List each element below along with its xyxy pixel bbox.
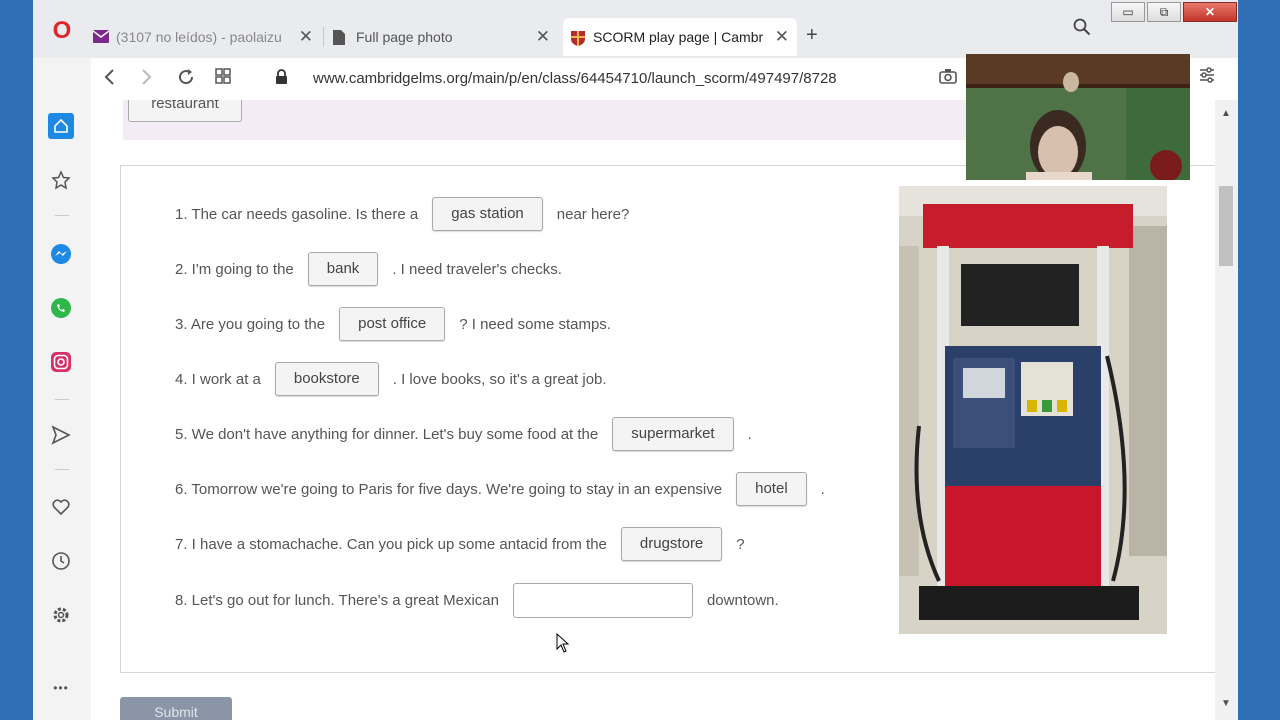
answer-chip[interactable]: supermarket	[612, 417, 734, 451]
answer-chip[interactable]: hotel	[736, 472, 807, 506]
close-window-button[interactable]: ✕	[1183, 2, 1237, 22]
answer-chip[interactable]: post office	[339, 307, 446, 341]
question-text: 4. I work at a	[175, 370, 261, 388]
question-text: 3. Are you going to the	[175, 315, 326, 333]
history-icon[interactable]	[48, 548, 74, 574]
url-field[interactable]: www.cambridgelms.org/main/p/en/class/644…	[313, 70, 837, 87]
question-7: 7. I have a stomachache. Can you pick up…	[175, 527, 745, 561]
heart-icon[interactable]	[48, 494, 74, 520]
new-tab-button[interactable]: +	[806, 24, 818, 47]
tab-title: (3107 no leídos) - paolaizu	[116, 29, 282, 45]
home-icon[interactable]	[48, 113, 74, 139]
question-text: . I love books, so it's a great job.	[392, 370, 607, 388]
question-8: 8. Let's go out for lunch. There's a gre…	[175, 583, 779, 618]
send-icon[interactable]	[48, 422, 74, 448]
maximize-button[interactable]: ⧉	[1147, 2, 1181, 22]
previous-answer-chip[interactable]: restaurant	[128, 100, 242, 122]
question-text: .	[820, 480, 825, 498]
tab-bar: O (3107 no leídos) - paolaizu ✕ Full pag…	[33, 0, 1238, 58]
scrollbar-thumb[interactable]	[1219, 186, 1233, 266]
tab-mail[interactable]: (3107 no leídos) - paolaizu ✕	[92, 18, 321, 56]
question-3: 3. Are you going to the post office ? I …	[175, 307, 611, 341]
opera-sidebar: •••	[33, 100, 91, 720]
scroll-down-icon[interactable]: ▼	[1221, 698, 1231, 709]
answer-chip[interactable]: drugstore	[620, 527, 723, 561]
question-text: 8. Let's go out for lunch. There's a gre…	[175, 592, 499, 609]
question-6: 6. Tomorrow we're going to Paris for fiv…	[175, 472, 825, 506]
question-text: ? I need some stamps.	[459, 315, 611, 333]
opera-logo-icon[interactable]: O	[50, 19, 74, 43]
question-text: .	[747, 425, 752, 443]
window-controls: ▭ ⧉ ✕	[1109, 2, 1237, 22]
question-text: 2. I'm going to the	[175, 260, 294, 278]
question-4: 4. I work at a bookstore . I love books,…	[175, 362, 607, 396]
answer-chip[interactable]: bookstore	[274, 362, 379, 396]
question-5: 5. We don't have anything for dinner. Le…	[175, 417, 752, 451]
tabs-grid-icon[interactable]	[215, 68, 231, 89]
submit-button[interactable]: Submit	[120, 697, 232, 720]
question-2: 2. I'm going to the bank . I need travel…	[175, 252, 562, 286]
page-content: restaurant 1. The car needs gasoline. Is…	[91, 100, 1238, 720]
snapshot-icon[interactable]	[939, 68, 957, 89]
whatsapp-icon[interactable]	[48, 295, 74, 321]
tab-title: SCORM play page | Cambr	[593, 29, 764, 45]
gas-pump-photo	[899, 186, 1167, 634]
reload-icon[interactable]	[177, 68, 195, 91]
tab-title: Full page photo	[356, 29, 453, 45]
minimize-button[interactable]: ▭	[1111, 2, 1145, 22]
settings-icon[interactable]	[48, 602, 74, 628]
sidebar-separator	[55, 215, 69, 216]
answer-drop-zone[interactable]	[512, 583, 693, 618]
question-text: 6. Tomorrow we're going to Paris for fiv…	[175, 480, 723, 498]
document-icon	[333, 30, 349, 45]
question-text: . I need traveler's checks.	[392, 260, 562, 278]
mouse-cursor-icon	[556, 633, 570, 653]
tab-search-icon[interactable]	[1073, 18, 1091, 41]
close-tab-icon[interactable]: ✕	[299, 27, 313, 47]
question-text: downtown.	[706, 592, 779, 609]
answer-chip[interactable]: bank	[307, 252, 379, 286]
cambridge-shield-icon	[570, 30, 586, 46]
page-scrollbar[interactable]: ▲ ▼	[1215, 100, 1238, 720]
more-icon[interactable]: •••	[48, 675, 74, 701]
question-1: 1. The car needs gasoline. Is there a ga…	[175, 197, 629, 231]
question-text: 7. I have a stomachache. Can you pick up…	[175, 535, 607, 553]
question-text: ?	[736, 535, 745, 553]
speed-dial-icon[interactable]	[48, 167, 74, 193]
tab-separator	[323, 27, 324, 47]
close-tab-icon[interactable]: ✕	[536, 27, 550, 47]
tab-scorm-play-page[interactable]: SCORM play page | Cambr ✕	[563, 18, 797, 56]
tab-full-page-photo[interactable]: Full page photo ✕	[333, 18, 558, 56]
scroll-up-icon[interactable]: ▲	[1221, 108, 1231, 119]
sidebar-separator	[55, 399, 69, 400]
sidebar-separator	[55, 469, 69, 470]
close-tab-icon[interactable]: ✕	[775, 27, 789, 47]
mail-icon	[92, 30, 110, 44]
instagram-icon[interactable]	[48, 349, 74, 375]
back-icon[interactable]	[103, 68, 115, 91]
forward-icon[interactable]	[141, 68, 153, 91]
question-text: 5. We don't have anything for dinner. Le…	[175, 425, 599, 443]
lock-icon[interactable]	[275, 69, 288, 88]
answer-chip[interactable]: gas station	[432, 197, 543, 231]
webcam-overlay	[966, 54, 1190, 180]
question-text: 1. The car needs gasoline. Is there a	[175, 205, 419, 223]
messenger-icon[interactable]	[48, 241, 74, 267]
question-text: near here?	[556, 205, 630, 223]
previous-exercise-box	[123, 100, 1003, 140]
easy-setup-icon[interactable]	[1199, 67, 1215, 88]
